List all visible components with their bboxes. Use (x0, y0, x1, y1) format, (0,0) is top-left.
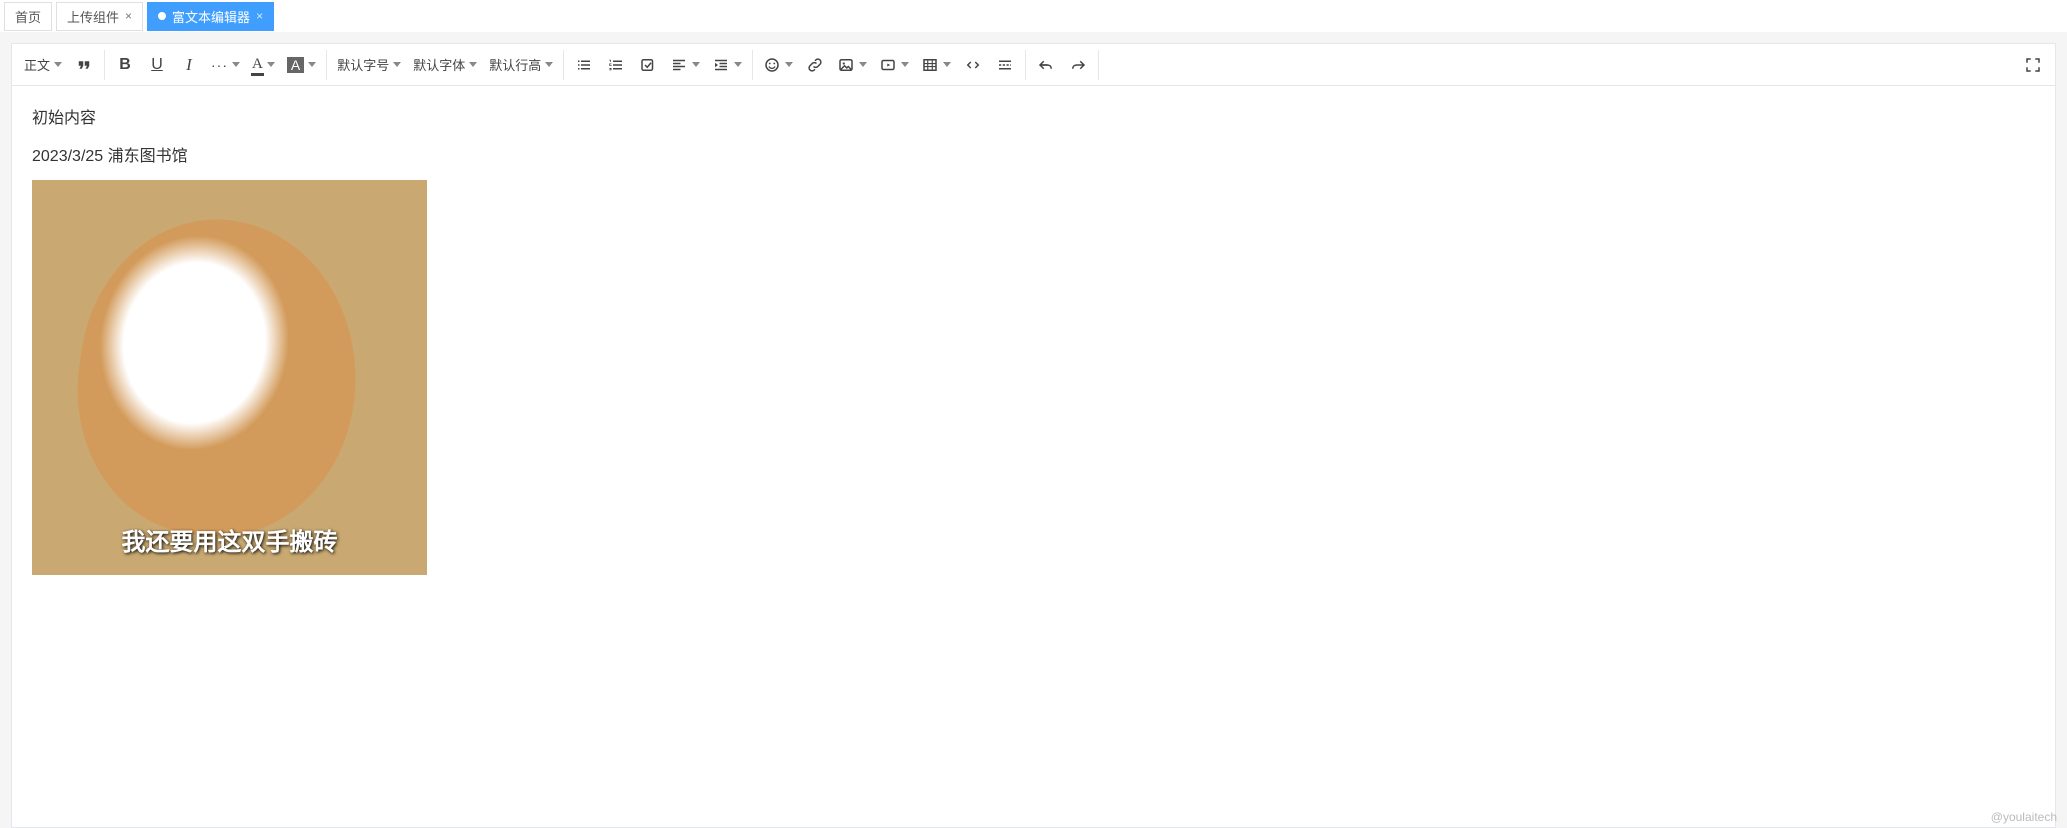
chevron-down-icon (734, 62, 742, 67)
ul-icon (575, 56, 593, 74)
more-icon: ··· (211, 57, 228, 73)
hr-icon (996, 56, 1014, 74)
chevron-down-icon (267, 62, 275, 67)
ordered-list-button[interactable] (600, 49, 632, 81)
indent-button[interactable] (706, 49, 748, 81)
chevron-down-icon (785, 62, 793, 67)
tab-richtext[interactable]: 富文本编辑器 × (147, 2, 274, 31)
chevron-down-icon (943, 62, 951, 67)
image-button[interactable] (831, 49, 873, 81)
fontfamily-select[interactable]: 默认字体 (407, 49, 483, 81)
indent-icon (712, 56, 730, 74)
divider (1098, 50, 1099, 80)
blockquote-button[interactable] (68, 49, 100, 81)
toolbar: 正文 B U I ··· (12, 44, 2055, 86)
divider (752, 50, 753, 80)
video-icon (879, 56, 897, 74)
ol-icon (607, 56, 625, 74)
emoji-icon (763, 56, 781, 74)
chevron-down-icon (393, 62, 401, 67)
font-color-icon: A (252, 56, 263, 73)
italic-icon: I (186, 55, 192, 75)
video-button[interactable] (873, 49, 915, 81)
redo-button[interactable] (1062, 49, 1094, 81)
divider (104, 50, 105, 80)
chevron-down-icon (692, 62, 700, 67)
chevron-down-icon (859, 62, 867, 67)
content-line: 2023/3/25 浦东图书馆 (32, 142, 2035, 166)
bg-color-button[interactable]: A (281, 49, 322, 81)
table-icon (921, 56, 939, 74)
close-icon[interactable]: × (125, 9, 132, 23)
todo-button[interactable] (632, 49, 664, 81)
align-icon (670, 56, 688, 74)
bold-icon: B (119, 56, 131, 74)
divider (326, 50, 327, 80)
bg-color-icon: A (287, 57, 304, 73)
chevron-down-icon (308, 62, 316, 67)
editor-content[interactable]: 初始内容 2023/3/25 浦东图书馆 我还要用这双手搬砖 (12, 86, 2055, 827)
tab-label: 上传组件 (67, 7, 119, 26)
link-icon (806, 56, 824, 74)
divider (563, 50, 564, 80)
tab-upload[interactable]: 上传组件 × (56, 2, 143, 31)
watermark: @youlaitech (1991, 810, 2057, 824)
tabs-bar: 首页 上传组件 × 富文本编辑器 × (0, 0, 2067, 32)
divider (1025, 50, 1026, 80)
code-button[interactable] (957, 49, 989, 81)
emoji-button[interactable] (757, 49, 799, 81)
italic-button[interactable]: I (173, 49, 205, 81)
underline-icon: U (151, 56, 163, 74)
chevron-down-icon (469, 62, 477, 67)
cat-illustration (59, 202, 377, 553)
more-styles-button[interactable]: ··· (205, 49, 246, 81)
tab-label: 富文本编辑器 (172, 7, 250, 26)
fontsize-select[interactable]: 默认字号 (331, 49, 407, 81)
code-icon (964, 56, 982, 74)
paragraph-label: 正文 (24, 55, 50, 74)
divider-button[interactable] (989, 49, 1021, 81)
chevron-down-icon (545, 62, 553, 67)
image-caption: 我还要用这双手搬砖 (32, 522, 427, 557)
content-line: 初始内容 (32, 104, 2035, 128)
undo-button[interactable] (1030, 49, 1062, 81)
content-image[interactable]: 我还要用这双手搬砖 (32, 180, 427, 575)
fontfamily-label: 默认字体 (413, 55, 465, 74)
fullscreen-icon (2024, 56, 2042, 74)
chevron-down-icon (901, 62, 909, 67)
chevron-down-icon (54, 62, 62, 67)
bold-button[interactable]: B (109, 49, 141, 81)
table-button[interactable] (915, 49, 957, 81)
chevron-down-icon (232, 62, 240, 67)
lineheight-label: 默认行高 (489, 55, 541, 74)
editor: 正文 B U I ··· (11, 43, 2056, 828)
unordered-list-button[interactable] (568, 49, 600, 81)
undo-icon (1037, 56, 1055, 74)
paragraph-select[interactable]: 正文 (18, 49, 68, 81)
lineheight-select[interactable]: 默认行高 (483, 49, 559, 81)
fontsize-label: 默认字号 (337, 55, 389, 74)
tab-label: 首页 (15, 7, 41, 26)
align-button[interactable] (664, 49, 706, 81)
redo-icon (1069, 56, 1087, 74)
font-color-button[interactable]: A (246, 49, 281, 81)
fullscreen-button[interactable] (2017, 49, 2049, 81)
underline-button[interactable]: U (141, 49, 173, 81)
tab-home[interactable]: 首页 (4, 2, 52, 31)
quote-icon (75, 56, 93, 74)
image-icon (837, 56, 855, 74)
close-icon[interactable]: × (256, 9, 263, 23)
link-button[interactable] (799, 49, 831, 81)
todo-icon (639, 56, 657, 74)
modified-dot-icon (158, 12, 166, 20)
